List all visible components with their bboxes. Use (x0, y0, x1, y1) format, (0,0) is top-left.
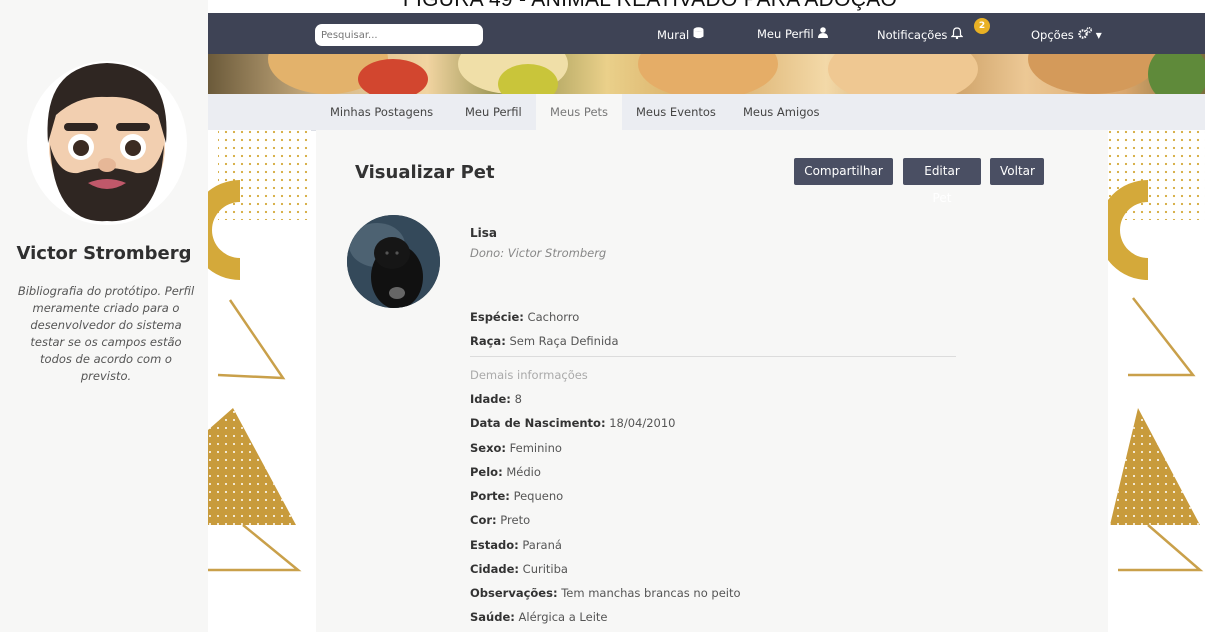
field-observacoes: Observações: Tem manchas brancas no peit… (470, 586, 741, 600)
field-label: Raça: (470, 334, 506, 348)
nav-mural-label: Mural (657, 28, 690, 42)
field-value: Sem Raça Definida (509, 334, 619, 348)
field-value: 8 (514, 392, 522, 406)
field-label: Idade: (470, 392, 511, 406)
user-name: Victor Stromberg (16, 243, 192, 264)
field-label: Cor: (470, 513, 497, 527)
tab-meus-amigos[interactable]: Meus Amigos (729, 94, 834, 130)
nav-options-label: Opções (1031, 28, 1074, 42)
field-value: Médio (506, 465, 541, 479)
field-porte: Porte: Pequeno (470, 489, 563, 503)
field-value: 18/04/2010 (609, 416, 676, 430)
field-value: Tem manchas brancas no peito (561, 586, 741, 600)
cover-banner (208, 54, 1205, 94)
notification-count-badge: 2 (974, 18, 990, 34)
search-input[interactable] (315, 24, 483, 46)
field-label: Porte: (470, 489, 510, 503)
field-label: Espécie: (470, 310, 524, 324)
section-divider (470, 356, 956, 357)
nav-profile-label: Meu Perfil (757, 27, 814, 41)
user-avatar[interactable] (26, 55, 188, 225)
caret-down-icon: ▾ (1095, 28, 1102, 42)
nav-notificacoes[interactable]: Notificações (877, 27, 964, 42)
field-label: Pelo: (470, 465, 503, 479)
nav-meu-perfil[interactable]: Meu Perfil (757, 27, 828, 41)
field-value: Paraná (522, 538, 562, 552)
tab-meu-perfil[interactable]: Meu Perfil (451, 94, 536, 130)
field-cidade: Cidade: Curitiba (470, 562, 568, 576)
field-value: Curitiba (522, 562, 568, 576)
more-info-heading: Demais informações (470, 368, 588, 382)
tab-meus-eventos[interactable]: Meus Eventos (622, 94, 730, 130)
field-cor: Cor: Preto (470, 513, 530, 527)
decor-right (1108, 130, 1205, 632)
page-title: Visualizar Pet (355, 162, 495, 183)
field-label: Sexo: (470, 441, 506, 455)
field-value: Cachorro (527, 310, 580, 324)
field-estado: Estado: Paraná (470, 538, 562, 552)
field-idade: Idade: 8 (470, 392, 522, 406)
tab-minhas-postagens[interactable]: Minhas Postagens (316, 94, 447, 130)
pet-details-card (316, 130, 1108, 632)
pet-owner: Dono: Victor Stromberg (470, 246, 607, 260)
back-button[interactable]: Voltar (990, 158, 1044, 185)
field-especie: Espécie: Cachorro (470, 310, 579, 324)
field-label: Saúde: (470, 610, 515, 624)
field-value: Feminino (509, 441, 562, 455)
decor-left (208, 130, 311, 632)
user-bio: Bibliografia do protótipo. Perfil merame… (17, 284, 195, 383)
field-label: Observações: (470, 586, 558, 600)
field-label: Data de Nascimento: (470, 416, 606, 430)
bell-icon (950, 27, 964, 42)
field-label: Cidade: (470, 562, 520, 576)
pet-photo (347, 215, 440, 308)
field-sexo: Sexo: Feminino (470, 441, 562, 455)
tab-meus-pets[interactable]: Meus Pets (536, 94, 623, 130)
edit-pet-button[interactable]: Editar Pet (903, 158, 981, 205)
field-label: Estado: (470, 538, 519, 552)
field-pelo: Pelo: Médio (470, 465, 541, 479)
share-button[interactable]: Compartilhar (794, 158, 893, 185)
database-icon (693, 27, 704, 42)
nav-notifications-label: Notificações (877, 28, 948, 42)
field-data-nascimento: Data de Nascimento: 18/04/2010 (470, 416, 676, 430)
field-raca: Raça: Sem Raça Definida (470, 334, 619, 348)
field-value: Preto (500, 513, 531, 527)
field-saude: Saúde: Alérgica a Leite (470, 610, 607, 624)
nav-mural[interactable]: Mural (657, 27, 704, 42)
gears-icon (1078, 26, 1092, 42)
field-value: Pequeno (513, 489, 564, 503)
nav-opcoes[interactable]: Opções ▾ (1031, 26, 1102, 42)
pet-name: Lisa (470, 226, 497, 240)
field-value: Alérgica a Leite (518, 610, 608, 624)
user-icon (817, 27, 828, 41)
